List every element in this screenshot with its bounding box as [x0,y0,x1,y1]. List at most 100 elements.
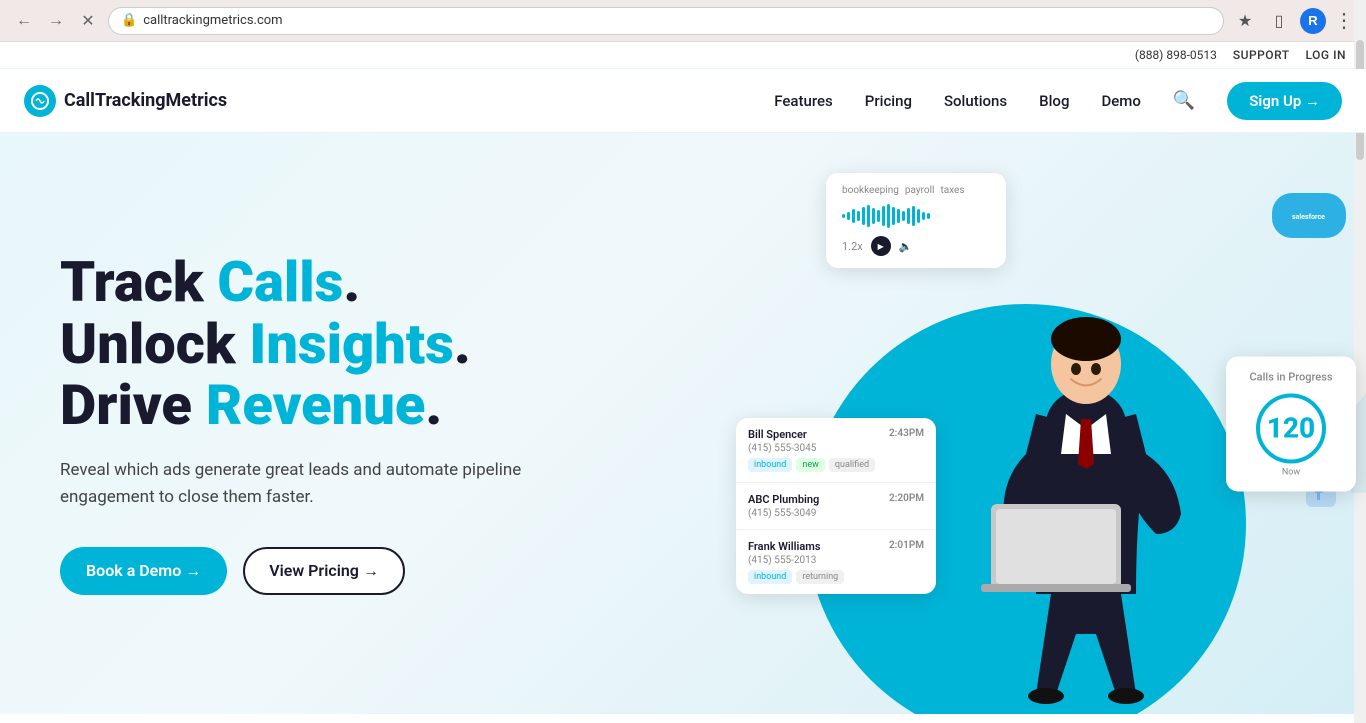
call-number-3: (415) 555-2013 [748,555,924,566]
hero-heading: Track Calls. Unlock Insights. Drive Reve… [60,252,540,437]
bar [922,212,925,220]
profile-button[interactable]: R [1300,8,1326,34]
hero-buttons: Book a Demo → View Pricing → [60,547,540,595]
address-bar[interactable]: 🔒 calltrackingmetrics.com [108,7,1224,35]
audio-tag2: payroll [905,185,935,196]
call-row-1: Bill Spencer 2:43PM (415) 555-3045 inbou… [736,418,936,483]
search-icon[interactable]: 🔍 [1173,90,1195,111]
heading-track: Track [60,249,217,315]
bar [927,213,930,219]
top-bar: (888) 898-0513 SUPPORT LOG IN [0,42,1366,69]
tag-inbound: inbound [748,458,792,472]
support-link[interactable]: SUPPORT [1233,48,1290,62]
sf-cloud-icon: salesforce [1272,193,1346,238]
audio-tags: bookkeeping payroll taxes [842,185,990,196]
heading-period2: . [454,311,471,377]
hero-content: Track Calls. Unlock Insights. Drive Reve… [60,252,540,595]
back-button[interactable]: ← [12,9,36,33]
bookmark-button[interactable]: ★ [1232,8,1258,34]
heading-period1: . [343,249,360,315]
browser-actions: ★ ▯ R ⋮ [1232,8,1354,34]
heading-drive: Drive [60,372,206,438]
navbar: CallTrackingMetrics Features Pricing Sol… [0,69,1366,133]
bar [867,205,870,227]
call-number-1: (415) 555-3045 [748,443,924,454]
play-button[interactable]: ▶ [871,236,891,256]
url-text: calltrackingmetrics.com [143,13,282,28]
heading-line2: Unlock Insights. [60,311,471,377]
call-name-3: Frank Williams 2:01PM [748,540,924,553]
tag-inbound2: inbound [748,570,792,584]
reload-button[interactable]: ✕ [76,9,100,33]
audio-tag3: taxes [940,185,964,196]
call-name-1: Bill Spencer 2:43PM [748,428,924,441]
heading-revenue: Revenue [206,372,426,438]
progress-widget-label: Calls in Progress [1246,370,1336,383]
nav-pricing[interactable]: Pricing [865,92,912,110]
calls-widget: Bill Spencer 2:43PM (415) 555-3045 inbou… [736,418,936,594]
bar [862,207,865,225]
phone-number: (888) 898-0513 [1135,48,1217,62]
call-tags-1: inbound new qualified [748,458,924,472]
audio-speed: 1.2x [842,240,863,253]
call-row-2: ABC Plumbing 2:20PM (415) 555-3049 [736,483,936,530]
login-link[interactable]: LOG IN [1306,48,1346,62]
audio-waveform [842,204,990,228]
bar [897,209,900,223]
nav-solutions[interactable]: Solutions [944,92,1007,110]
forward-button[interactable]: → [44,9,68,33]
heading-calls: Calls [217,249,343,315]
call-number-2: (415) 555-3049 [748,508,924,519]
progress-now-label: Now [1246,467,1336,477]
view-pricing-button[interactable]: View Pricing → [243,547,405,595]
logo-icon [24,85,56,117]
tag-new: new [796,458,825,472]
book-demo-button[interactable]: Book a Demo → [60,547,227,595]
bar [907,208,910,224]
nav-blog[interactable]: Blog [1039,92,1069,110]
bar [847,212,850,220]
menu-button[interactable]: ⋮ [1334,8,1354,33]
heading-line1: Track Calls. [60,249,360,315]
bar [857,211,860,221]
bar [912,206,915,226]
heading-period3: . [425,372,442,438]
audio-tag1: bookkeeping [842,185,899,196]
heading-unlock: Unlock [60,311,249,377]
bar [892,207,895,225]
bar [917,209,920,223]
salesforce-badge: salesforce [1272,193,1346,238]
secure-icon: 🔒 [121,13,137,28]
svg-text:salesforce: salesforce [1292,213,1325,221]
signup-button[interactable]: Sign Up → [1227,82,1342,120]
tag-returning: returning [796,570,844,584]
heading-line3: Drive Revenue. [60,372,442,438]
bar [877,210,880,222]
bar [852,209,855,223]
call-tags-3: inbound returning [748,570,924,584]
nav-features[interactable]: Features [774,92,832,110]
hero-section: Track Calls. Unlock Insights. Drive Reve… [0,133,1366,714]
volume-icon: 🔈 [899,240,913,253]
audio-widget: bookkeeping payroll taxes [826,173,1006,268]
extensions-button[interactable]: ▯ [1266,8,1292,34]
audio-controls[interactable]: 1.2x ▶ 🔈 [842,236,990,256]
logo[interactable]: CallTrackingMetrics [24,85,227,117]
nav-demo[interactable]: Demo [1101,92,1140,110]
bar [887,204,890,228]
call-name-2: ABC Plumbing 2:20PM [748,493,924,506]
progress-circle: 120 [1256,393,1326,463]
logo-text: CallTrackingMetrics [64,90,227,111]
bar [882,206,885,226]
hero-subtext: Reveal which ads generate great leads an… [60,457,540,511]
heading-insights: Insights [249,311,453,377]
hero-visual: bookkeeping payroll taxes [666,133,1366,714]
tag-qualified: qualified [829,458,875,472]
calls-in-progress-widget: Calls in Progress 120 Now [1226,356,1356,491]
bar [872,208,875,224]
call-row-3: Frank Williams 2:01PM (415) 555-2013 inb… [736,530,936,594]
nav-links: Features Pricing Solutions Blog Demo 🔍 S… [774,82,1342,120]
bar [842,214,845,218]
browser-chrome: ← → ✕ 🔒 calltrackingmetrics.com ★ ▯ R ⋮ [0,0,1366,42]
bar [902,211,905,221]
